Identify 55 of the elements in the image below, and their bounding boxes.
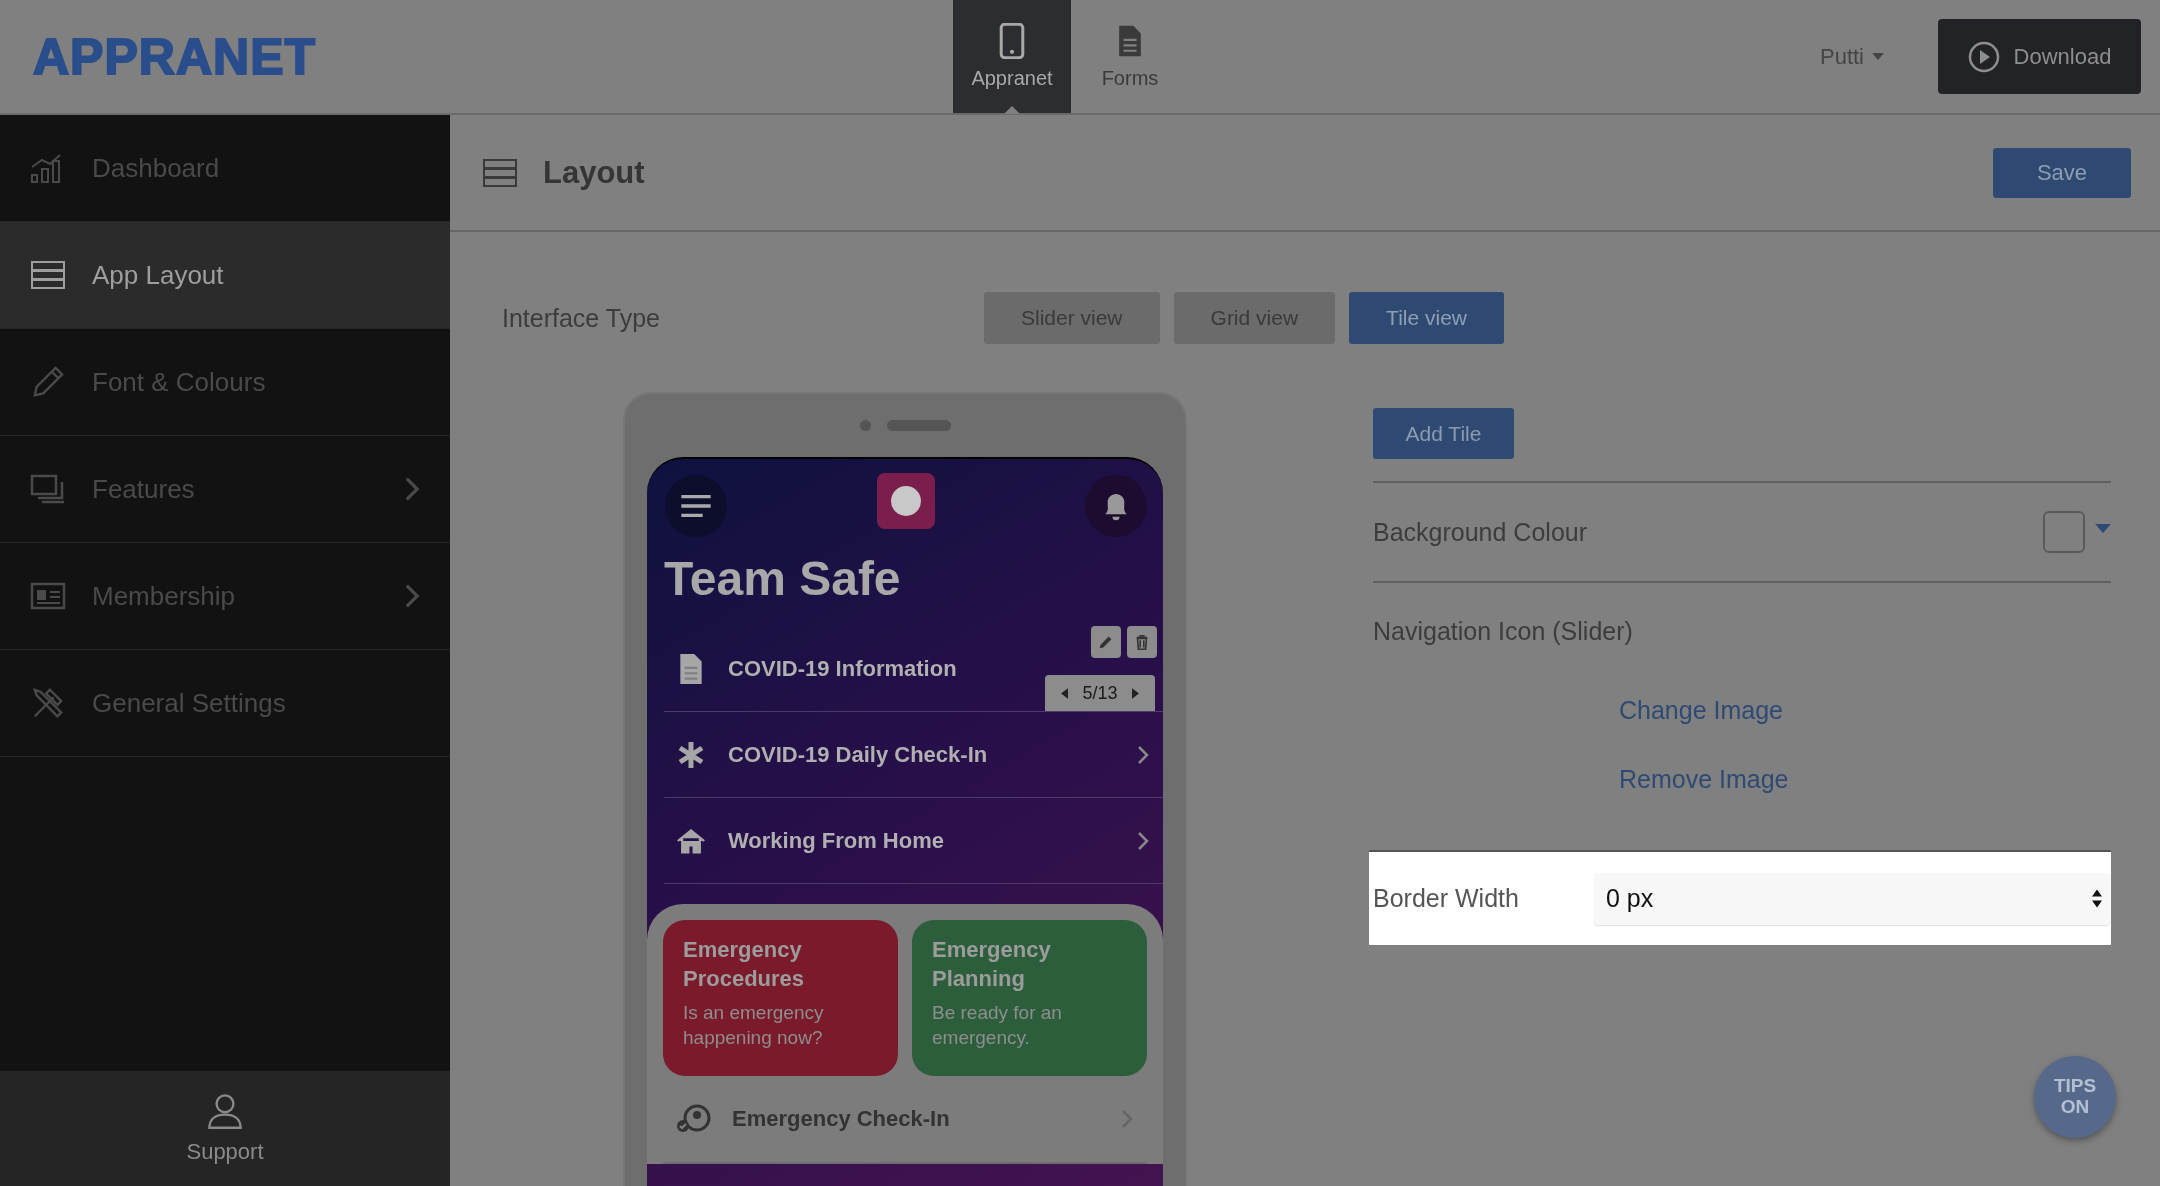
pencil-icon bbox=[30, 365, 66, 399]
download-button[interactable]: Download bbox=[1938, 19, 2141, 94]
app-menu-item[interactable]: Working From Home bbox=[664, 798, 1163, 884]
remove-image-link[interactable]: Remove Image bbox=[1619, 765, 1789, 794]
screens-icon bbox=[30, 472, 66, 506]
app-menu-item[interactable]: Emergency Check-In bbox=[663, 1076, 1147, 1164]
chevron-icon bbox=[1137, 830, 1149, 851]
person-icon bbox=[206, 1092, 244, 1129]
tile-subtitle: Be ready for an emergency. bbox=[932, 1001, 1063, 1050]
page-title: Layout bbox=[543, 154, 646, 191]
edit-button[interactable] bbox=[1091, 626, 1121, 658]
logo: APPRANET bbox=[33, 27, 318, 86]
phone-icon bbox=[999, 23, 1025, 59]
support-button[interactable]: Support bbox=[0, 1071, 450, 1186]
position-counter: 5/13 bbox=[1082, 682, 1118, 704]
app-logo-icon bbox=[877, 473, 935, 529]
document-icon bbox=[1117, 23, 1143, 59]
setting-label: Border Width bbox=[1373, 884, 1520, 913]
interface-type-label: Interface Type bbox=[502, 303, 661, 333]
colour-swatch[interactable] bbox=[2043, 511, 2085, 553]
play-icon bbox=[1967, 40, 2000, 73]
border-width-select[interactable]: 0 px bbox=[1594, 872, 2110, 925]
person-check-icon bbox=[676, 1104, 712, 1134]
tips-toggle-button[interactable]: TIPS ON bbox=[2034, 1056, 2116, 1138]
app-title: Team Safe bbox=[663, 551, 902, 607]
tile-subtitle: Is an emergency happening now? bbox=[683, 1001, 825, 1050]
chevron-icon bbox=[1137, 744, 1149, 765]
user-menu[interactable]: Putti bbox=[1813, 42, 1890, 71]
add-tile-button[interactable]: Add Tile bbox=[1373, 408, 1514, 459]
layout-icon bbox=[30, 258, 66, 292]
setting-label: Background Colour bbox=[1373, 517, 1588, 547]
change-image-link[interactable]: Change Image bbox=[1619, 696, 1783, 725]
tile-card[interactable]: Emergency Procedures Is an emergency happening now? bbox=[663, 920, 898, 1076]
speaker-slot bbox=[886, 420, 951, 431]
left-arrow-icon[interactable] bbox=[1061, 687, 1069, 699]
delete-button[interactable] bbox=[1127, 626, 1157, 658]
caret-icon bbox=[1872, 53, 1884, 60]
menu-icon bbox=[679, 494, 713, 518]
nav-tab[interactable]: Appranet bbox=[953, 0, 1071, 113]
position-stepper[interactable]: 5/13 bbox=[1045, 675, 1155, 711]
app-menu-item[interactable]: COVID-19 Daily Check-In bbox=[664, 712, 1163, 798]
camera-dot bbox=[859, 420, 871, 431]
tile-title: Emergency Procedures bbox=[683, 936, 806, 993]
sidebar-item[interactable]: App Layout bbox=[0, 222, 450, 329]
view-option[interactable]: Tile view bbox=[1349, 292, 1504, 344]
tile-title: Emergency Planning bbox=[932, 936, 1052, 993]
setting-label: Navigation Icon (Slider) bbox=[1373, 617, 1633, 646]
tile-card[interactable]: Emergency Planning Be ready for an emergency. bbox=[912, 920, 1147, 1076]
nav-tab[interactable]: Forms bbox=[1071, 0, 1189, 113]
save-button[interactable]: Save bbox=[1993, 147, 2131, 198]
stepper-arrows-icon bbox=[2092, 889, 2102, 908]
app-menu-item[interactable]: COVID-19 Information 5/13 bbox=[664, 626, 1163, 712]
right-arrow-icon[interactable] bbox=[1131, 687, 1139, 699]
tools-icon bbox=[30, 686, 66, 720]
bell-icon[interactable] bbox=[1085, 475, 1147, 537]
